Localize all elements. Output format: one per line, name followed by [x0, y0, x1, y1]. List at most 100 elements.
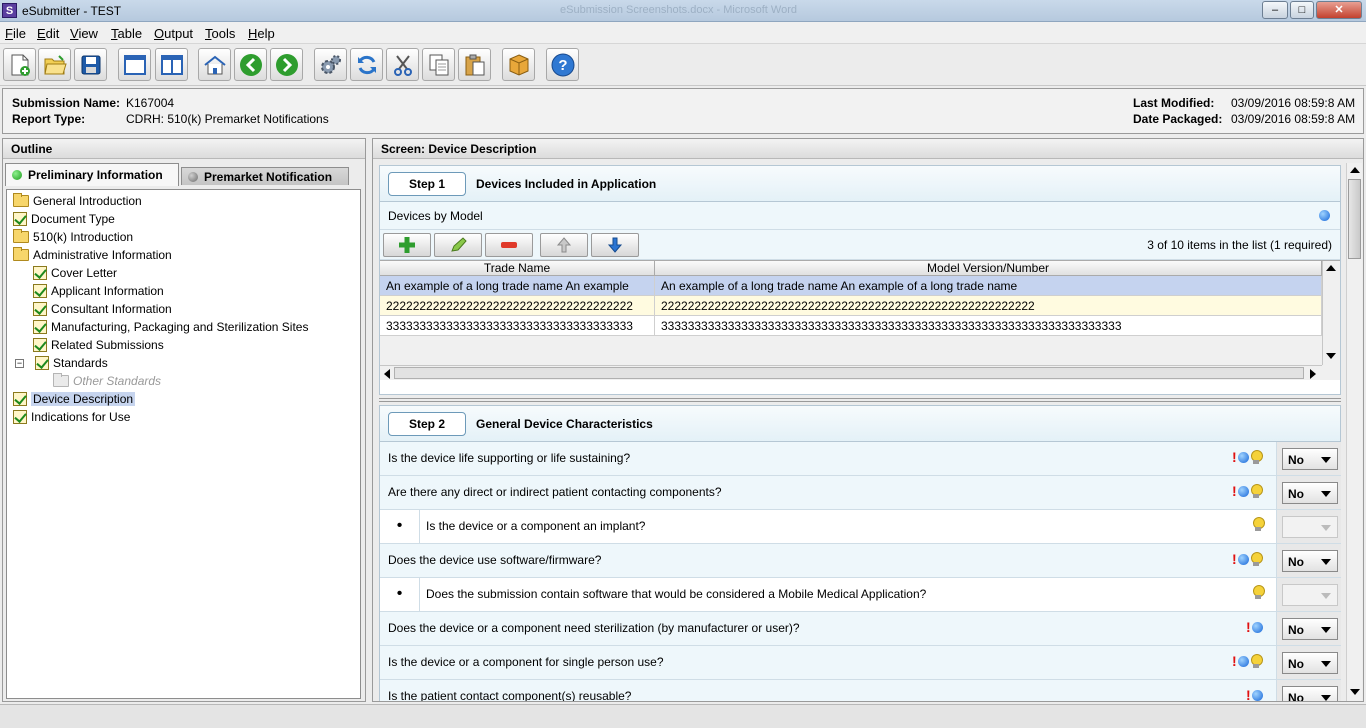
move-down-button[interactable] — [591, 233, 639, 257]
column-header-trade-name[interactable]: Trade Name — [380, 261, 655, 276]
answer-dropdown[interactable]: No — [1282, 618, 1338, 640]
table-row[interactable]: 2222222222222222222222222222222222222 22… — [380, 296, 1322, 316]
folder-icon — [53, 373, 69, 387]
tree-item-device-description[interactable]: Device Description — [13, 390, 136, 408]
question-icons — [1252, 585, 1265, 600]
required-icon: ! — [1232, 551, 1237, 567]
info-dot-icon[interactable] — [1237, 553, 1249, 565]
scroll-thumb[interactable] — [394, 367, 1304, 379]
tree-item-applicant-information[interactable]: Applicant Information — [33, 282, 164, 300]
answer-dropdown[interactable] — [1282, 584, 1338, 606]
tree-item-document-type[interactable]: Document Type — [13, 210, 115, 228]
answer-cell: No — [1276, 680, 1341, 701]
window-button[interactable] — [118, 48, 151, 81]
hint-bulb-icon[interactable] — [1252, 517, 1265, 532]
tree-item-manufacturing-sites[interactable]: Manufacturing, Packaging and Sterilizati… — [33, 318, 308, 336]
hint-bulb-icon[interactable] — [1250, 483, 1263, 499]
title-bar: S eSubmitter - TEST eSubmission Screensh… — [0, 0, 1366, 22]
open-button[interactable] — [38, 48, 71, 81]
answer-dropdown[interactable]: No — [1282, 652, 1338, 674]
remove-item-button[interactable] — [485, 233, 533, 257]
info-dot-icon[interactable] — [1237, 451, 1249, 463]
forward-button[interactable] — [270, 48, 303, 81]
menu-edit[interactable]: Edit — [37, 26, 59, 41]
check-icon — [13, 392, 27, 406]
answer-dropdown[interactable]: No — [1282, 550, 1338, 572]
back-button[interactable] — [234, 48, 267, 81]
move-up-button[interactable] — [540, 233, 588, 257]
question-row: • Does the submission contain software t… — [380, 578, 1341, 612]
tree-item-indications-for-use[interactable]: Indications for Use — [13, 408, 130, 426]
table-horizontal-scrollbar[interactable] — [380, 365, 1322, 380]
sub-question-bullet: • — [380, 578, 420, 611]
table-cell: 3333333333333333333333333333333333333333… — [655, 316, 1322, 336]
cut-icon — [393, 54, 412, 76]
info-dot-icon[interactable] — [1251, 621, 1263, 633]
scroll-up-icon[interactable] — [1350, 167, 1360, 173]
minimize-button[interactable]: ‒ — [1262, 1, 1288, 19]
screen-vertical-scrollbar[interactable] — [1346, 163, 1362, 701]
copy-button[interactable] — [422, 48, 455, 81]
home-button[interactable] — [198, 48, 231, 81]
menu-view[interactable]: View — [70, 26, 98, 41]
tree-item-standards[interactable]: − Standards — [15, 354, 108, 372]
hint-bulb-icon[interactable] — [1250, 653, 1263, 669]
tree-item-related-submissions[interactable]: Related Submissions — [33, 336, 164, 354]
scroll-up-icon[interactable] — [1326, 265, 1336, 271]
tree-item-general-introduction[interactable]: General Introduction — [13, 192, 142, 210]
tree-item-administrative-information[interactable]: Administrative Information — [13, 246, 172, 264]
column-header-model-version[interactable]: Model Version/Number — [655, 261, 1322, 276]
question-row: Is the patient contact component(s) reus… — [380, 680, 1341, 701]
step2-button[interactable]: Step 2 — [388, 412, 466, 436]
scroll-down-icon[interactable] — [1350, 689, 1360, 695]
tab-preliminary-information[interactable]: Preliminary Information — [5, 163, 179, 186]
scroll-down-icon[interactable] — [1326, 353, 1336, 359]
scroll-right-icon[interactable] — [1310, 369, 1316, 379]
answer-dropdown[interactable] — [1282, 516, 1338, 538]
submission-name-label: Submission Name: — [12, 96, 121, 110]
info-dot-icon[interactable] — [1251, 689, 1263, 701]
save-button[interactable] — [74, 48, 107, 81]
table-vertical-scrollbar[interactable] — [1322, 261, 1340, 365]
table-row[interactable]: 3333333333333333333333333333333333333 33… — [380, 316, 1322, 336]
cut-button[interactable] — [386, 48, 419, 81]
answer-dropdown[interactable]: No — [1282, 448, 1338, 470]
menu-table[interactable]: Table — [111, 26, 142, 41]
help-button[interactable]: ? — [546, 48, 579, 81]
tree-item-consultant-information[interactable]: Consultant Information — [33, 300, 172, 318]
add-item-button[interactable] — [383, 233, 431, 257]
paste-button[interactable] — [458, 48, 491, 81]
maximize-button[interactable]: □ — [1290, 1, 1314, 19]
info-dot-icon[interactable] — [1319, 210, 1330, 221]
tree-item-cover-letter[interactable]: Cover Letter — [33, 264, 117, 282]
scroll-thumb[interactable] — [1348, 179, 1361, 259]
menu-file[interactable]: File — [5, 26, 26, 41]
menu-output[interactable]: Output — [154, 26, 193, 41]
tree-item-510k-introduction[interactable]: 510(k) Introduction — [13, 228, 133, 246]
split-view-button[interactable] — [155, 48, 188, 81]
question-row: Is the device or a component for single … — [380, 646, 1341, 680]
menu-help[interactable]: Help — [248, 26, 275, 41]
menu-tools[interactable]: Tools — [205, 26, 235, 41]
new-document-button[interactable] — [3, 48, 36, 81]
answer-dropdown[interactable]: No — [1282, 482, 1338, 504]
answer-dropdown[interactable]: No — [1282, 686, 1338, 701]
scroll-left-icon[interactable] — [384, 369, 390, 379]
package-button[interactable] — [502, 48, 535, 81]
settings-button[interactable] — [314, 48, 347, 81]
info-dot-icon[interactable] — [1237, 485, 1249, 497]
hint-bulb-icon[interactable] — [1252, 585, 1265, 600]
hint-bulb-icon[interactable] — [1250, 551, 1263, 567]
check-icon — [33, 338, 47, 352]
info-dot-icon[interactable] — [1237, 655, 1249, 667]
edit-item-button[interactable] — [434, 233, 482, 257]
collapse-icon[interactable]: − — [15, 358, 24, 368]
table-row[interactable]: An example of a long trade name An examp… — [380, 276, 1322, 296]
refresh-button[interactable] — [350, 48, 383, 81]
close-button[interactable]: ✕ — [1316, 1, 1362, 19]
tab-premarket-notification[interactable]: Premarket Notification — [181, 167, 349, 185]
required-icon: ! — [1246, 687, 1251, 701]
hint-bulb-icon[interactable] — [1250, 449, 1263, 465]
step1-button[interactable]: Step 1 — [388, 172, 466, 196]
tree-item-other-standards[interactable]: Other Standards — [53, 372, 161, 390]
